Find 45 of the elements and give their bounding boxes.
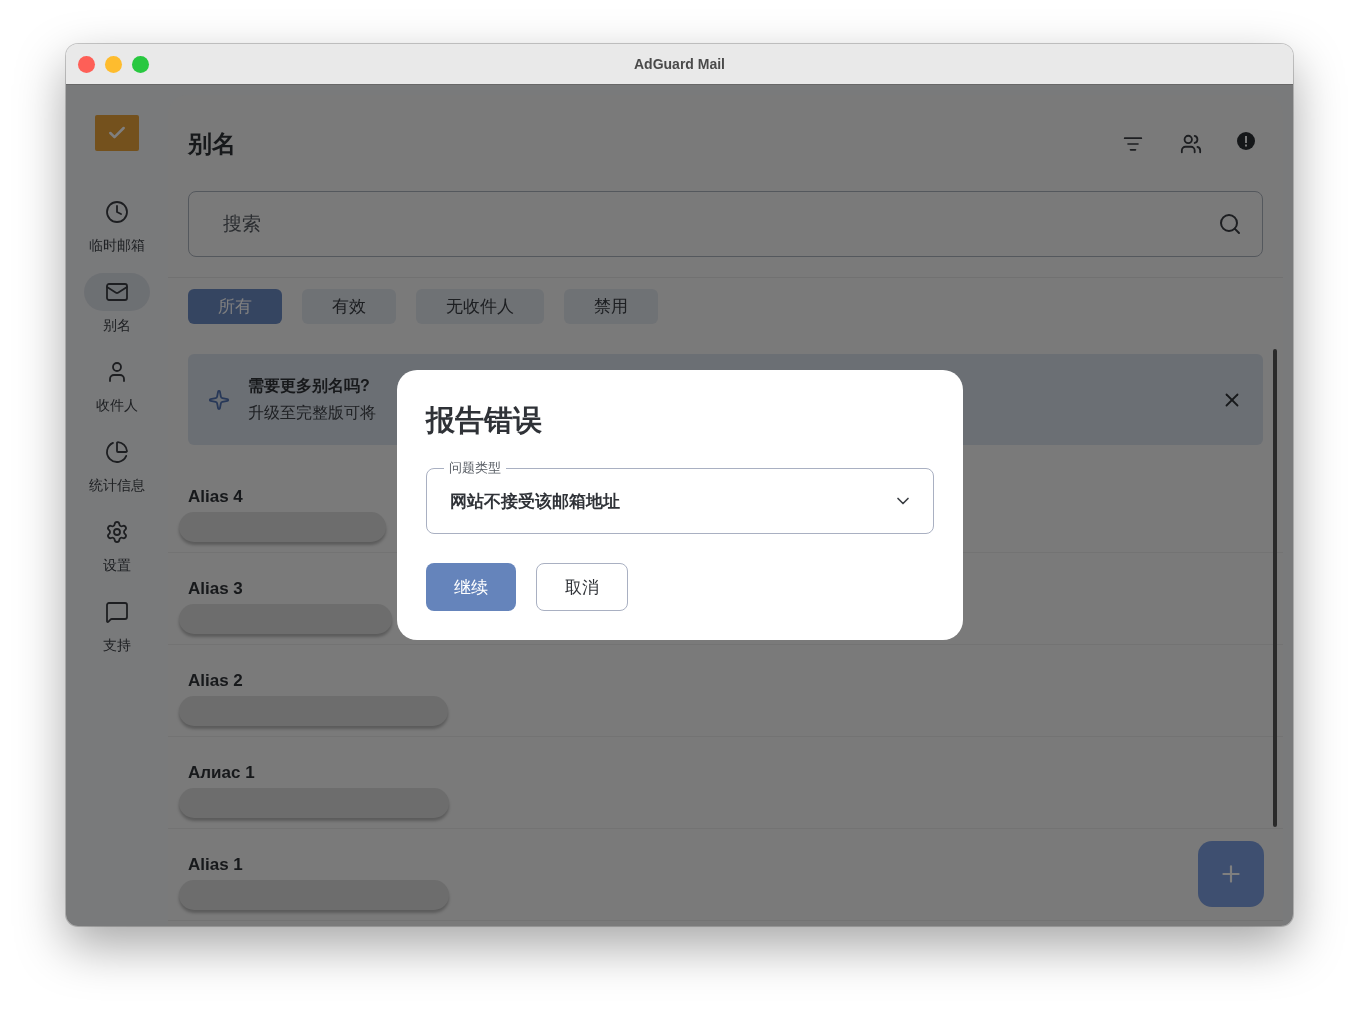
- add-button[interactable]: [1198, 841, 1264, 907]
- sidebar-label: 设置: [103, 557, 131, 575]
- sidebar-item[interactable]: 临时邮箱: [84, 193, 150, 273]
- alias-name: Alias 2: [188, 671, 243, 691]
- sidebar-item[interactable]: 支持: [84, 593, 150, 673]
- envelope-icon: [105, 280, 129, 304]
- clock-icon: [105, 200, 129, 224]
- sidebar-label: 别名: [103, 317, 131, 335]
- filter-tab[interactable]: 所有: [188, 289, 282, 324]
- banner-title: 需要更多别名吗?: [248, 375, 371, 396]
- speech-bubble-icon: [105, 600, 129, 624]
- search-input[interactable]: 搜索: [221, 212, 1218, 236]
- continue-button[interactable]: 继续: [426, 563, 516, 611]
- sparkle-icon: [208, 388, 230, 411]
- people-icon[interactable]: [1179, 132, 1203, 156]
- alias-name: Alias 3: [188, 579, 243, 599]
- filter-tab[interactable]: 有效: [302, 289, 396, 324]
- scrollbar[interactable]: [1273, 349, 1277, 827]
- logo-icon: [95, 115, 139, 151]
- sidebar-item[interactable]: 设置: [84, 513, 150, 593]
- banner-text: 升级至完整版可将: [248, 402, 376, 423]
- alias-name: Alias 4: [188, 487, 243, 507]
- dialog-title: 报告错误: [426, 403, 543, 438]
- sidebar-label: 收件人: [96, 397, 138, 415]
- alert-icon[interactable]: [1237, 132, 1255, 150]
- alias-name: Алиас 1: [188, 763, 255, 783]
- cancel-button[interactable]: 取消: [536, 563, 628, 611]
- sidebar-item[interactable]: 统计信息: [84, 433, 150, 513]
- filter-tab[interactable]: 无收件人: [416, 289, 544, 324]
- sidebar-label: 统计信息: [89, 477, 145, 495]
- sidebar-item[interactable]: 别名: [84, 273, 150, 353]
- close-button[interactable]: [78, 55, 95, 73]
- sidebar-label: 临时邮箱: [89, 237, 145, 255]
- page-title: 别名: [188, 129, 237, 159]
- sidebar-label: 支持: [103, 637, 131, 655]
- window-title: AdGuard Mail: [634, 56, 725, 72]
- search-field[interactable]: 搜索: [188, 191, 1263, 257]
- filter-tab[interactable]: 禁用: [564, 289, 658, 324]
- search-icon[interactable]: [1218, 212, 1242, 236]
- pie-chart-icon: [105, 440, 129, 464]
- sidebar-item[interactable]: 收件人: [84, 353, 150, 433]
- gear-icon: [105, 520, 129, 544]
- alias-name: Alias 1: [188, 855, 243, 875]
- field-value: 网站不接受该邮箱地址: [450, 490, 621, 513]
- field-label: 问题类型: [444, 460, 506, 476]
